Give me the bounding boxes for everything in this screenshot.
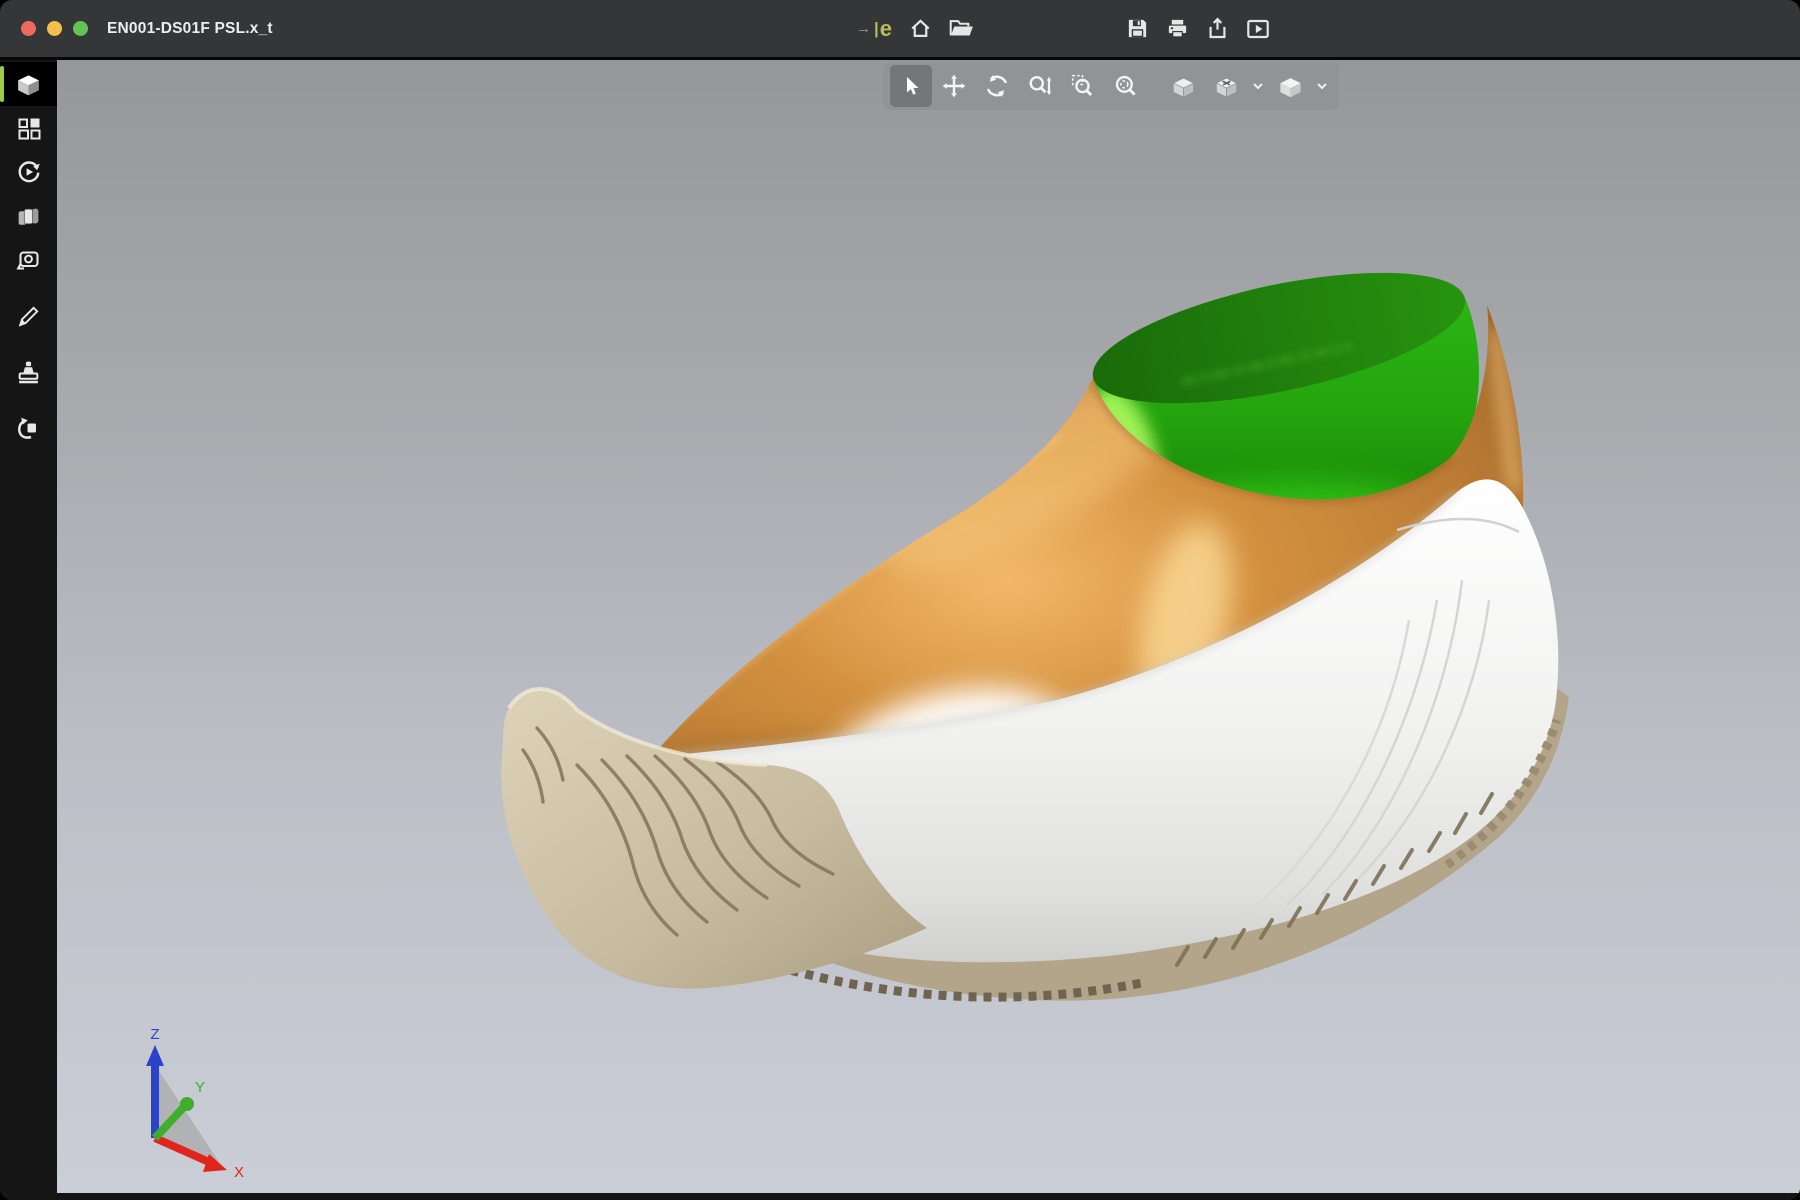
measure-icon <box>16 247 42 273</box>
zoom-tool-button[interactable] <box>1019 65 1061 107</box>
orbit-tool-button[interactable] <box>976 65 1018 107</box>
axis-triad: Z Y X <box>146 1026 244 1181</box>
share-button[interactable] <box>1206 14 1229 44</box>
view-standard-button[interactable] <box>1162 65 1204 107</box>
sidebar-item-layout[interactable] <box>0 106 57 150</box>
toggle-right-panel-button[interactable] <box>1246 14 1270 44</box>
maximize-button[interactable] <box>73 21 88 36</box>
print-button[interactable] <box>1166 14 1189 44</box>
home-button[interactable] <box>909 14 932 44</box>
app-logo-glyph: e <box>880 18 892 40</box>
close-button[interactable] <box>21 21 36 36</box>
zoom-fit-icon <box>1113 73 1139 99</box>
select-tool-button[interactable] <box>890 65 932 107</box>
traffic-lights <box>0 21 88 36</box>
solid-cube-icon <box>15 71 42 98</box>
titlebar-actions: → | e <box>856 0 1270 57</box>
zoom-window-icon <box>1070 73 1096 99</box>
window-title: EN001-DS01F PSL.x_t <box>107 20 273 38</box>
sidebar-item-modeling[interactable] <box>0 62 57 106</box>
cursor-icon <box>899 74 923 98</box>
viewport-canvas[interactable]: Z Y X <box>57 60 1800 1193</box>
rotate-body-icon <box>16 415 42 441</box>
axis-z-label: Z <box>150 1026 159 1043</box>
view-toolbar <box>883 62 1339 110</box>
save-icon <box>1126 17 1149 40</box>
view-orientation-button[interactable] <box>1205 65 1247 107</box>
sidebar-item-stamp[interactable] <box>0 350 57 394</box>
open-file-button[interactable] <box>949 14 974 44</box>
display-style-dropdown[interactable] <box>1312 65 1332 107</box>
bodies-icon <box>15 203 42 230</box>
caret-icon: | <box>874 20 879 37</box>
left-sidebar <box>0 60 57 1200</box>
sync-icon <box>16 159 42 185</box>
sidebar-item-measure[interactable] <box>0 238 57 282</box>
sidebar-item-history[interactable] <box>0 406 57 450</box>
stamp-icon <box>15 359 42 386</box>
titlebar: EN001-DS01F PSL.x_t → | e <box>0 0 1800 60</box>
view-orientation-dropdown[interactable] <box>1248 65 1268 107</box>
grid-icon <box>16 115 42 141</box>
scene-3d: Z Y X <box>57 60 1800 1193</box>
chevron-down-icon <box>1316 80 1328 92</box>
print-icon <box>1166 17 1189 40</box>
zoom-window-tool-button[interactable] <box>1062 65 1104 107</box>
view-cube-icon <box>1213 73 1240 100</box>
zoom-in-out-icon <box>1027 73 1053 99</box>
box-icon <box>1170 73 1197 100</box>
app-body: Z Y X <box>0 60 1800 1200</box>
share-icon <box>1206 17 1229 40</box>
home-icon <box>909 17 932 40</box>
save-button[interactable] <box>1126 14 1149 44</box>
axis-x-label: X <box>234 1164 244 1181</box>
open-folder-icon <box>949 18 974 39</box>
orbit-icon <box>984 73 1010 99</box>
display-style-button[interactable] <box>1269 65 1311 107</box>
shaded-box-icon <box>1277 73 1304 100</box>
sidebar-item-bodies[interactable] <box>0 194 57 238</box>
app-window: EN001-DS01F PSL.x_t → | e <box>0 0 1800 1200</box>
sidebar-item-update[interactable] <box>0 150 57 194</box>
minimize-button[interactable] <box>47 21 62 36</box>
panel-play-icon <box>1246 18 1270 40</box>
arrow-icon: → <box>856 21 871 36</box>
chevron-down-icon <box>1252 80 1264 92</box>
sidebar-item-sketch[interactable] <box>0 294 57 338</box>
axis-y-label: Y <box>195 1079 205 1096</box>
zoom-fit-tool-button[interactable] <box>1105 65 1147 107</box>
pencil-icon <box>16 303 42 329</box>
app-logo: → | e <box>856 18 892 40</box>
pan-icon <box>941 73 967 99</box>
pan-tool-button[interactable] <box>933 65 975 107</box>
